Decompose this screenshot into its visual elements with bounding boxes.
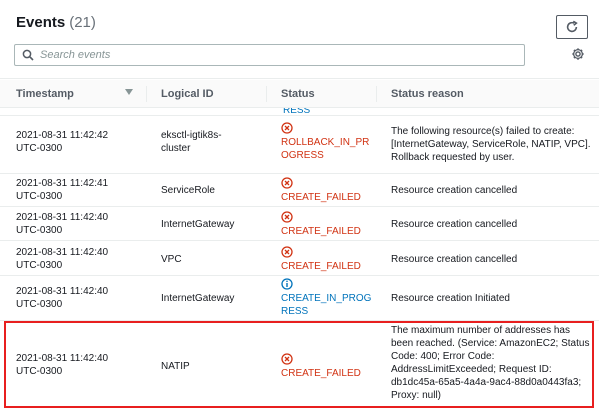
status-reason-text: Resource creation Initiated bbox=[391, 293, 510, 304]
table-row: 2021-08-31 11:42:42 UTC-0300 eksctl-igti… bbox=[0, 116, 599, 174]
timestamp-zone: UTC-0300 bbox=[16, 260, 63, 271]
status-reason-cell: The following resource(s) failed to crea… bbox=[391, 125, 591, 164]
status-reason-cell: Resource creation cancelled bbox=[391, 218, 591, 231]
error-icon bbox=[281, 211, 293, 223]
timestamp-cell: 2021-08-31 11:42:41 UTC-0300 bbox=[16, 177, 136, 203]
logical-id-cell: ServiceRole bbox=[161, 184, 266, 197]
logical-id-text: cluster bbox=[161, 143, 191, 154]
error-icon bbox=[281, 122, 293, 134]
status-cell: ROLLBACK_IN_PR OGRESS bbox=[281, 122, 376, 162]
error-icon bbox=[281, 177, 293, 189]
status-reason-text: Resource creation cancelled bbox=[391, 185, 518, 196]
status-text: CREATE_FAILED bbox=[281, 368, 361, 379]
timestamp-date: 2021-08-31 11:42:40 bbox=[16, 212, 109, 223]
column-divider[interactable] bbox=[376, 86, 377, 102]
status-text: ROLLBACK_IN_PR bbox=[281, 137, 370, 148]
status-cell: CREATE_IN_PROG RESS bbox=[281, 278, 376, 318]
timestamp-cell: 2021-08-31 11:42:40 UTC-0300 bbox=[16, 246, 136, 272]
info-icon bbox=[281, 278, 293, 290]
logical-id-text: eksctl-igtik8s- bbox=[161, 130, 222, 141]
timestamp-zone: UTC-0300 bbox=[16, 191, 63, 202]
status-text: CREATE_FAILED bbox=[281, 261, 361, 272]
table-row: 2021-08-31 11:42:40 UTC-0300 InternetGat… bbox=[0, 276, 599, 321]
status-reason-text: Code: 400; Error Code: bbox=[391, 351, 495, 362]
column-header-logical-id[interactable]: Logical ID bbox=[161, 88, 214, 100]
logical-id-text: InternetGateway bbox=[161, 219, 235, 230]
column-header-status[interactable]: Status bbox=[281, 88, 315, 100]
refresh-button[interactable] bbox=[556, 15, 588, 39]
gear-icon bbox=[572, 48, 584, 60]
timestamp-zone: UTC-0300 bbox=[16, 299, 63, 310]
table-row: 2021-08-31 11:42:40 UTC-0300 NATIP CREAT… bbox=[0, 321, 599, 412]
error-icon bbox=[281, 246, 293, 258]
status-text: CREATE_FAILED bbox=[281, 192, 361, 203]
events-header bbox=[0, 0, 599, 79]
status-reason-text: Resource creation cancelled bbox=[391, 219, 518, 230]
status-reason-cell: Resource creation Initiated bbox=[391, 292, 591, 305]
status-fragment: RESS bbox=[283, 108, 311, 116]
logical-id-text: VPC bbox=[161, 254, 182, 265]
status-text: RESS bbox=[281, 306, 309, 317]
status-reason-text: Resource creation cancelled bbox=[391, 254, 518, 265]
search-box[interactable] bbox=[14, 44, 525, 66]
sort-descending-icon[interactable] bbox=[125, 89, 133, 95]
logical-id-cell: InternetGateway bbox=[161, 292, 266, 305]
table-row-partial: RESS bbox=[0, 108, 599, 116]
timestamp-date: 2021-08-31 11:42:42 bbox=[16, 130, 109, 141]
timestamp-date: 2021-08-31 11:42:40 bbox=[16, 353, 109, 364]
search-input[interactable] bbox=[40, 46, 510, 64]
timestamp-zone: UTC-0300 bbox=[16, 225, 63, 236]
status-text: CREATE_IN_PROG bbox=[281, 293, 372, 304]
timestamp-cell: 2021-08-31 11:42:40 UTC-0300 bbox=[16, 211, 136, 237]
search-icon bbox=[22, 49, 34, 61]
table-row: 2021-08-31 11:42:41 UTC-0300 ServiceRole… bbox=[0, 174, 599, 207]
timestamp-zone: UTC-0300 bbox=[16, 143, 63, 154]
timestamp-cell: 2021-08-31 11:42:42 UTC-0300 bbox=[16, 129, 136, 155]
timestamp-cell: 2021-08-31 11:42:40 UTC-0300 bbox=[16, 352, 136, 378]
title-text: Events bbox=[16, 14, 66, 31]
status-reason-text: Rollback requested by user. bbox=[391, 152, 515, 163]
logical-id-text: NATIP bbox=[161, 361, 190, 372]
column-divider[interactable] bbox=[266, 86, 267, 102]
logical-id-cell: InternetGateway bbox=[161, 218, 266, 231]
events-count: (21) bbox=[69, 14, 96, 31]
timestamp-zone: UTC-0300 bbox=[16, 366, 63, 377]
status-cell: CREATE_FAILED bbox=[281, 246, 376, 273]
logical-id-text: InternetGateway bbox=[161, 293, 235, 304]
timestamp-date: 2021-08-31 11:42:41 bbox=[16, 178, 109, 189]
timestamp-date: 2021-08-31 11:42:40 bbox=[16, 247, 109, 258]
timestamp-date: 2021-08-31 11:42:40 bbox=[16, 286, 109, 297]
status-text: CREATE_FAILED bbox=[281, 226, 361, 237]
status-reason-text: AddressLimitExceeded; Request ID: bbox=[391, 364, 552, 375]
events-table-body: RESS 2021-08-31 11:42:42 UTC-0300 eksctl… bbox=[0, 108, 599, 412]
status-text: OGRESS bbox=[281, 150, 324, 161]
logical-id-cell: eksctl-igtik8s- cluster bbox=[161, 129, 266, 155]
status-reason-cell: Resource creation cancelled bbox=[391, 253, 591, 266]
status-reason-text: The maximum number of addresses has bbox=[391, 325, 570, 336]
page-title: Events (21) bbox=[16, 14, 96, 31]
refresh-icon bbox=[566, 20, 578, 33]
status-reason-cell: The maximum number of addresses has been… bbox=[391, 324, 591, 402]
status-reason-text: been reached. (Service: AmazonEC2; Statu… bbox=[391, 338, 590, 349]
column-divider[interactable] bbox=[146, 86, 147, 102]
table-row: 2021-08-31 11:42:40 UTC-0300 VPC CREATE_… bbox=[0, 241, 599, 276]
status-reason-text: The following resource(s) failed to crea… bbox=[391, 126, 575, 137]
status-cell: CREATE_FAILED bbox=[281, 177, 376, 204]
timestamp-cell: 2021-08-31 11:42:40 UTC-0300 bbox=[16, 285, 136, 311]
status-reason-text: db1dc45a-65a5-4a4a-9ac4-88d0a0443fa3; bbox=[391, 377, 582, 388]
logical-id-text: ServiceRole bbox=[161, 185, 215, 196]
status-cell: CREATE_FAILED bbox=[281, 353, 376, 380]
table-row: 2021-08-31 11:42:40 UTC-0300 InternetGat… bbox=[0, 207, 599, 241]
status-reason-text: Proxy: null) bbox=[391, 390, 442, 401]
settings-button[interactable] bbox=[570, 46, 586, 62]
error-icon bbox=[281, 353, 293, 365]
status-cell: CREATE_FAILED bbox=[281, 211, 376, 238]
logical-id-cell: NATIP bbox=[161, 360, 266, 373]
column-header-status-reason[interactable]: Status reason bbox=[391, 88, 464, 100]
status-reason-text: [InternetGateway, ServiceRole, NATIP, VP… bbox=[391, 139, 591, 150]
logical-id-cell: VPC bbox=[161, 253, 266, 266]
column-header-timestamp[interactable]: Timestamp bbox=[16, 88, 74, 100]
status-reason-cell: Resource creation cancelled bbox=[391, 184, 591, 197]
